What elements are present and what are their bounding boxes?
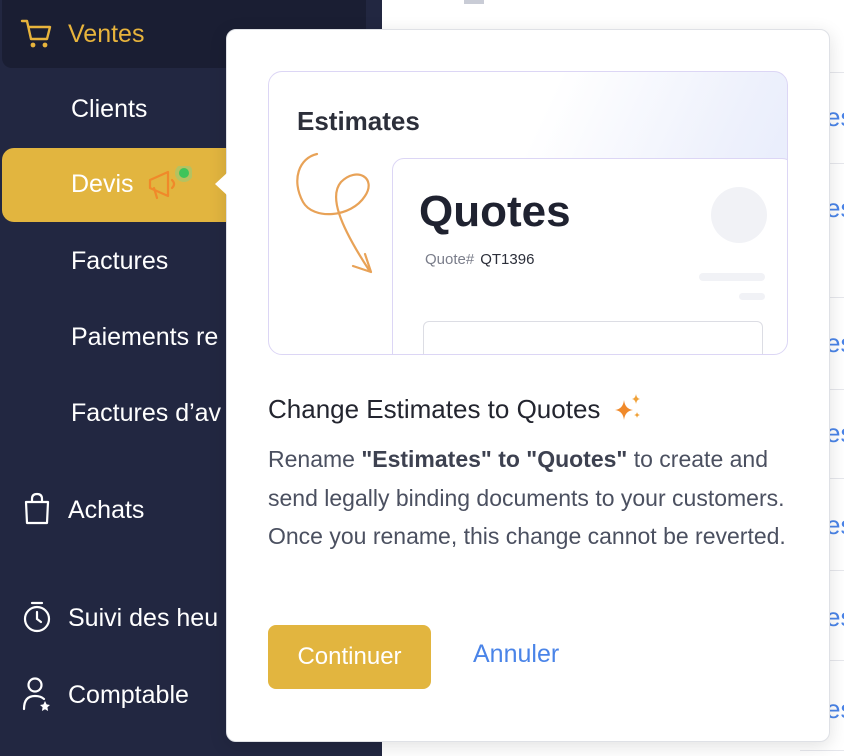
sidebar-item-label: Devis: [71, 170, 134, 198]
illustration: Estimates Quotes Quote# QT1396: [268, 71, 788, 355]
quote-number: QT1396: [480, 251, 535, 268]
body-bold: "Estimates" to "Quotes": [361, 446, 628, 472]
dialog-title: Change Estimates to Quotes: [268, 392, 644, 425]
sidebar-item-factures-avoir[interactable]: Factures d’av: [71, 399, 221, 428]
sidebar-item-factures[interactable]: Factures: [71, 247, 168, 276]
skeleton-line: [699, 273, 765, 281]
stopwatch-icon: [23, 601, 51, 633]
shopping-bag-icon: [24, 492, 50, 525]
dialog-body: Rename "Estimates" to "Quotes" to create…: [268, 440, 788, 556]
avatar-placeholder: [711, 187, 767, 243]
illustration-heading: Estimates: [297, 106, 420, 136]
quote-number-row: Quote# QT1396: [425, 251, 534, 268]
body-prefix: Rename: [268, 446, 362, 472]
sidebar-item-paiements[interactable]: Paiements re: [71, 323, 218, 352]
skeleton-box: [423, 321, 763, 354]
sidebar-item-label: Achats: [68, 496, 145, 524]
dialog-title-text: Change Estimates to Quotes: [268, 394, 601, 424]
sidebar-item-clients[interactable]: Clients: [71, 95, 147, 124]
sparkle-icon: [614, 394, 640, 420]
shopping-cart-icon: [20, 19, 52, 48]
quote-card: Quotes Quote# QT1396: [392, 158, 787, 354]
sidebar-item-label: Ventes: [68, 20, 145, 48]
megaphone-icon: [148, 166, 192, 200]
curved-arrow-icon: [296, 152, 373, 274]
sidebar-item-label: Suivi des heu: [68, 604, 219, 632]
row-divider: [800, 750, 844, 751]
sidebar-item-label: Comptable: [68, 681, 189, 709]
cancel-button[interactable]: Annuler: [473, 640, 559, 669]
card-title: Quotes: [419, 187, 571, 236]
skeleton-line: [739, 293, 765, 300]
quote-label: Quote#: [425, 251, 475, 268]
popover-pointer: [215, 172, 228, 196]
sidebar-item-devis[interactable]: Devis: [2, 148, 250, 222]
continue-button[interactable]: Continuer: [268, 625, 431, 689]
rename-dialog: Estimates Quotes Quote# QT1396 Change Est…: [226, 29, 830, 742]
top-fragment: [464, 0, 484, 4]
user-badge-icon: [22, 677, 50, 711]
